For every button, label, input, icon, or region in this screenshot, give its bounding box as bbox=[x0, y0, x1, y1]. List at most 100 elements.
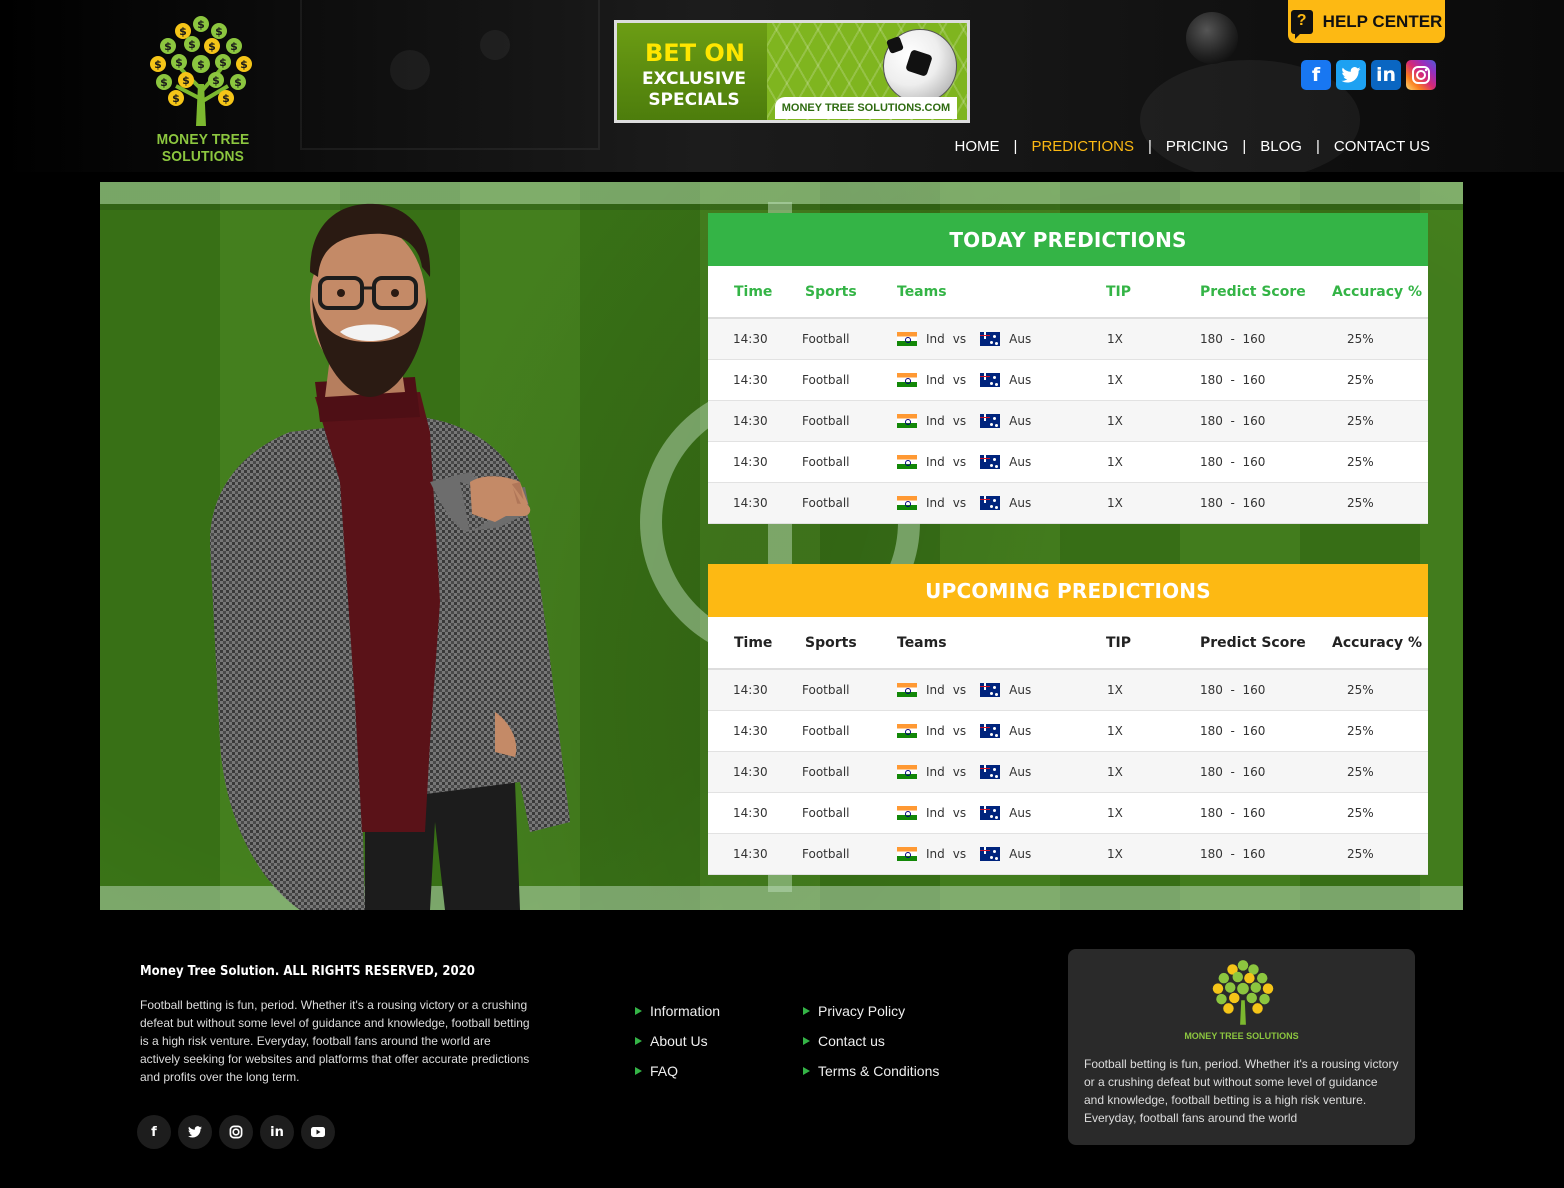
cell-teams: Ind vs Aus bbox=[897, 414, 1031, 429]
cell-accuracy: 25% bbox=[1347, 683, 1374, 697]
cell-sport: Football bbox=[802, 496, 850, 510]
col-header: Sports bbox=[805, 283, 857, 300]
cell-time: 14:30 bbox=[733, 496, 768, 510]
svg-text:$: $ bbox=[240, 58, 248, 71]
cell-score: 180 - 160 bbox=[1200, 455, 1266, 469]
versus-label: vs bbox=[952, 846, 967, 861]
cell-sport: Football bbox=[802, 765, 850, 779]
footer-link-privacy[interactable]: Privacy Policy bbox=[803, 996, 939, 1026]
svg-text:$: $ bbox=[182, 74, 190, 87]
versus-label: vs bbox=[952, 495, 967, 510]
india-flag-icon bbox=[897, 455, 917, 470]
cell-score: 180 - 160 bbox=[1200, 414, 1266, 428]
instagram-icon[interactable] bbox=[1406, 60, 1436, 90]
cell-tip: 1X bbox=[1107, 724, 1123, 738]
card-brand-name: MONEY TREE SOLUTIONS bbox=[1184, 1031, 1299, 1041]
india-flag-icon bbox=[897, 373, 917, 388]
team-away: Aus bbox=[1009, 846, 1032, 861]
football-decoration bbox=[1186, 12, 1238, 64]
col-header: Predict Score bbox=[1200, 634, 1306, 651]
india-flag-icon bbox=[897, 496, 917, 511]
col-header: TIP bbox=[1106, 634, 1132, 651]
versus-label: vs bbox=[952, 764, 967, 779]
team-away: Aus bbox=[1009, 764, 1032, 779]
team-home: Ind bbox=[926, 331, 945, 346]
arrow-right-icon bbox=[635, 1007, 642, 1015]
card-text: Football betting is fun, period. Whether… bbox=[1084, 1057, 1399, 1125]
cell-accuracy: 25% bbox=[1347, 455, 1374, 469]
cell-score: 180 - 160 bbox=[1200, 847, 1266, 861]
india-flag-icon bbox=[897, 724, 917, 739]
youtube-icon[interactable] bbox=[301, 1115, 335, 1149]
svg-text:$: $ bbox=[219, 56, 227, 69]
versus-label: vs bbox=[952, 723, 967, 738]
col-header: Teams bbox=[897, 634, 947, 651]
linkedin-icon[interactable]: in bbox=[260, 1115, 294, 1149]
nav-predictions[interactable]: PREDICTIONS bbox=[1031, 138, 1134, 155]
australia-flag-icon bbox=[980, 724, 1001, 739]
footer-link-information[interactable]: Information bbox=[635, 996, 720, 1026]
australia-flag-icon bbox=[980, 496, 1001, 511]
nav-blog[interactable]: BLOG bbox=[1260, 138, 1302, 155]
svg-text:$: $ bbox=[197, 18, 205, 31]
arrow-right-icon bbox=[635, 1067, 642, 1075]
twitter-icon[interactable] bbox=[1336, 60, 1366, 90]
footer-copyright: Money Tree Solution. ALL RIGHTS RESERVED… bbox=[140, 964, 475, 979]
help-icon: ? bbox=[1290, 9, 1313, 39]
nav-home[interactable]: HOME bbox=[955, 138, 1000, 155]
cell-teams: Ind vs Aus bbox=[897, 683, 1031, 698]
facebook-icon[interactable]: f bbox=[1301, 60, 1331, 90]
cell-time: 14:30 bbox=[733, 455, 768, 469]
versus-label: vs bbox=[952, 331, 967, 346]
cell-accuracy: 25% bbox=[1347, 332, 1374, 346]
twitter-icon[interactable] bbox=[178, 1115, 212, 1149]
table-row: 14:30 Football Ind vs Aus 1X 180 - 160 25% bbox=[708, 670, 1428, 711]
col-header: Teams bbox=[897, 283, 947, 300]
player-silhouette bbox=[390, 50, 430, 90]
cell-sport: Football bbox=[802, 414, 850, 428]
versus-label: vs bbox=[952, 682, 967, 697]
help-center-label: HELP CENTER bbox=[1322, 11, 1443, 31]
cell-time: 14:30 bbox=[733, 724, 768, 738]
today-predictions-table: TODAY PREDICTIONS Time Sports Teams TIP … bbox=[708, 213, 1428, 524]
help-center-button[interactable]: ? HELP CENTER bbox=[1288, 0, 1445, 43]
cell-accuracy: 25% bbox=[1347, 847, 1374, 861]
facebook-icon[interactable]: f bbox=[137, 1115, 171, 1149]
nav-contact[interactable]: CONTACT US bbox=[1334, 138, 1430, 155]
svg-text:$: $ bbox=[188, 38, 196, 51]
svg-text:$: $ bbox=[154, 58, 162, 71]
nav-pricing[interactable]: PRICING bbox=[1166, 138, 1229, 155]
versus-label: vs bbox=[952, 413, 967, 428]
banner-subheadline: EXCLUSIVE SPECIALS bbox=[642, 69, 746, 110]
footer-link-faq[interactable]: FAQ bbox=[635, 1056, 720, 1086]
cell-sport: Football bbox=[802, 683, 850, 697]
cell-time: 14:30 bbox=[733, 414, 768, 428]
arrow-right-icon bbox=[635, 1037, 642, 1045]
india-flag-icon bbox=[897, 683, 917, 698]
instagram-icon[interactable] bbox=[219, 1115, 253, 1149]
site-logo[interactable]: $ $ $ $ $ $ $ $ $ $ $ $ $ $ $ $ $ $ MONE… bbox=[118, 14, 288, 165]
australia-flag-icon bbox=[980, 414, 1001, 429]
arrow-right-icon bbox=[803, 1067, 810, 1075]
footer-link-contact[interactable]: Contact us bbox=[803, 1026, 939, 1056]
svg-text:$: $ bbox=[222, 92, 230, 105]
table-title: UPCOMING PREDICTIONS bbox=[708, 564, 1428, 617]
col-header: Accuracy % bbox=[1332, 634, 1423, 651]
team-home: Ind bbox=[926, 413, 945, 428]
promo-banner[interactable]: BET ON EXCLUSIVE SPECIALS MONEY TREE SOL… bbox=[614, 20, 970, 123]
linkedin-icon[interactable]: in bbox=[1371, 60, 1401, 90]
cell-sport: Football bbox=[802, 332, 850, 346]
cell-teams: Ind vs Aus bbox=[897, 847, 1031, 862]
footer-link-terms[interactable]: Terms & Conditions bbox=[803, 1056, 939, 1086]
banner-site: MONEY TREE SOLUTIONS.COM bbox=[775, 97, 957, 119]
site-header: $ $ $ $ $ $ $ $ $ $ $ $ $ $ $ $ $ $ MONE… bbox=[0, 0, 1564, 172]
team-home: Ind bbox=[926, 495, 945, 510]
team-away: Aus bbox=[1009, 413, 1032, 428]
svg-text:$: $ bbox=[164, 40, 172, 53]
team-home: Ind bbox=[926, 764, 945, 779]
australia-flag-icon bbox=[980, 332, 1001, 347]
cell-teams: Ind vs Aus bbox=[897, 496, 1031, 511]
footer-link-about[interactable]: About Us bbox=[635, 1026, 720, 1056]
cell-sport: Football bbox=[802, 806, 850, 820]
australia-flag-icon bbox=[980, 765, 1001, 780]
